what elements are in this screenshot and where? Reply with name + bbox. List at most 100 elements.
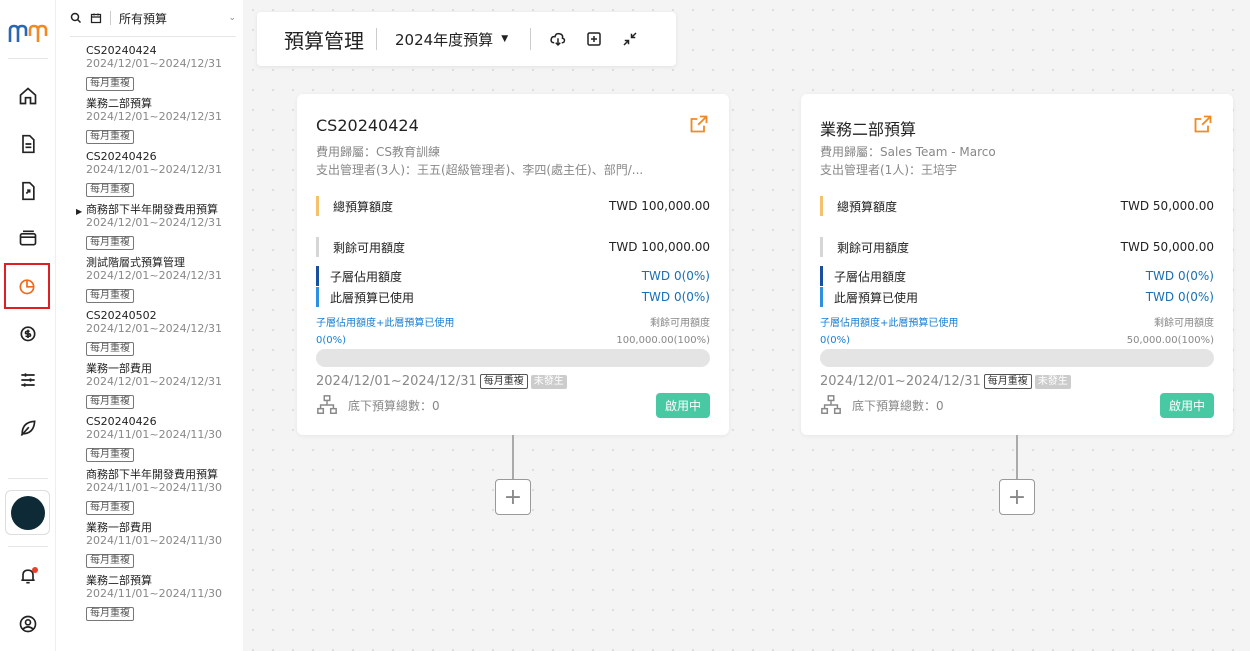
external-link-icon[interactable] (1193, 114, 1213, 134)
nav-payments[interactable] (8, 313, 48, 353)
nav-notifications[interactable] (8, 556, 48, 596)
nav-documents[interactable] (8, 124, 48, 164)
list-item[interactable]: 商務部下半年開發費用預算 2024/11/01~2024/11/30 每月重複 (70, 468, 240, 515)
download-button[interactable] (545, 26, 571, 52)
chevron-down-icon[interactable]: ⌄ (228, 13, 236, 23)
child-usage-row: 子層佔用額度 TWD 0(0%) (316, 266, 710, 286)
period-dates: 2024/12/01~2024/12/31 (820, 374, 981, 389)
year-select-value: 2024年度預算 (395, 30, 494, 49)
list-item-name: CS20240426 (70, 415, 240, 428)
remaining-summary-label: 剩餘可用額度 (650, 318, 710, 329)
total-budget-label: 總預算額度 (333, 199, 394, 214)
company-logo (10, 495, 45, 530)
used-value: TWD 0(0%) (1145, 290, 1214, 304)
list-item-name: 業務一部費用 (70, 362, 240, 375)
budget-period: 2024/12/01~2024/12/31 每月重複 未發生 (820, 374, 1071, 389)
panel-divider (70, 36, 236, 37)
nav-eco[interactable] (8, 408, 48, 448)
nav-export[interactable] (8, 171, 48, 211)
usage-summary-value: 0(0%) (820, 335, 851, 346)
app-logo[interactable] (8, 22, 48, 46)
remaining-value: TWD 100,000.00 (609, 240, 710, 254)
list-item-name: 測試階層式預算管理 (70, 256, 240, 269)
nav-budget[interactable] (4, 263, 50, 309)
nav-profile[interactable] (8, 604, 48, 644)
list-item[interactable]: 測試階層式預算管理 2024/12/01~2024/12/31 每月重複 (70, 256, 240, 303)
list-item-dates: 2024/11/01~2024/11/30 (86, 428, 223, 441)
rail-divider (8, 546, 48, 547)
sub-budget-count: 底下預算總數：0 (820, 394, 944, 416)
repeat-tag: 每月重複 (86, 395, 134, 409)
list-item[interactable]: CS20240424 2024/12/01~2024/12/31 每月重複 (70, 44, 240, 91)
list-item-dates: 2024/11/01~2024/11/30 (86, 587, 223, 600)
credit-card-icon (19, 230, 37, 246)
nav-cards[interactable] (8, 218, 48, 258)
add-child-budget-button[interactable]: + (495, 479, 531, 515)
filter-select[interactable]: 所有預算 (119, 10, 167, 27)
list-item[interactable]: CS20240502 2024/12/01~2024/12/31 每月重複 (70, 309, 240, 356)
list-item[interactable]: ▶ 商務部下半年開發費用預算 2024/12/01~2024/12/31 每月重複 (70, 203, 240, 250)
repeat-tag: 每月重複 (86, 130, 134, 144)
expense-managers: 支出管理者(3人)：王五(超級管理者)、李四(處主任)、部門/... (316, 163, 644, 177)
remaining-marker (316, 237, 319, 257)
remaining-summary: 剩餘可用額度 100,000.00(100%) (616, 315, 710, 349)
budget-card[interactable]: 業務二部預算 費用歸屬：Sales Team - Marco 支出管理者(1人)：王… (801, 94, 1233, 435)
budget-card[interactable]: CS20240424 費用歸屬：CS教育訓練 支出管理者(3人)：王五(超級管理者)… (297, 94, 729, 435)
search-icon[interactable] (70, 12, 82, 24)
usage-summary-value: 0(0%) (316, 335, 347, 346)
list-item-dates: 2024/12/01~2024/12/31 (86, 57, 223, 70)
child-usage-value: TWD 0(0%) (1145, 269, 1214, 283)
list-item[interactable]: 業務二部預算 2024/11/01~2024/11/30 每月重複 (70, 574, 240, 621)
calendar-icon[interactable] (90, 12, 102, 24)
notification-dot (32, 567, 38, 573)
status-badge[interactable]: 啟用中 (656, 393, 710, 418)
money-exchange-icon (20, 326, 36, 342)
external-link-icon[interactable] (689, 114, 709, 134)
list-item[interactable]: CS20240426 2024/11/01~2024/11/30 每月重複 (70, 415, 240, 462)
list-item[interactable]: 業務一部費用 2024/11/01~2024/11/30 每月重複 (70, 521, 240, 568)
used-marker (316, 287, 319, 307)
year-select[interactable]: 2024年度預算 ▼ (395, 29, 508, 50)
user-icon (19, 615, 37, 633)
used-value: TWD 0(0%) (641, 290, 710, 304)
used-row: 此層預算已使用 TWD 0(0%) (820, 287, 1214, 307)
repeat-tag: 每月重複 (86, 607, 134, 621)
nav-home[interactable] (8, 76, 48, 116)
list-item-dates: 2024/12/01~2024/12/31 (86, 375, 223, 388)
rail-divider (8, 58, 48, 59)
expand-caret-icon[interactable]: ▶ (76, 205, 82, 218)
total-budget-row: 總預算額度 TWD 100,000.00 (316, 196, 710, 216)
collapse-button[interactable] (617, 26, 643, 52)
card-connector (512, 435, 514, 479)
plus-icon: + (1007, 484, 1027, 510)
nav-settings[interactable] (8, 360, 48, 400)
list-item[interactable]: 業務二部預算 2024/12/01~2024/12/31 每月重複 (70, 97, 240, 144)
list-item-dates: 2024/11/01~2024/11/30 (86, 481, 223, 494)
usage-summary: 子層佔用額度+此層預算已使用 0(0%) (820, 315, 958, 349)
repeat-tag: 每月重複 (479, 374, 528, 389)
list-item[interactable]: CS20240426 2024/12/01~2024/12/31 每月重複 (70, 150, 240, 197)
rail-divider (8, 478, 48, 479)
budget-canvas: 預算管理 2024年度預算 ▼ CS20240424 費用歸屬：CS教育訓練 支出管… (243, 0, 1250, 651)
company-switcher[interactable] (5, 490, 50, 535)
list-item-name-text: 測試階層式預算管理 (86, 256, 185, 269)
child-usage-marker (820, 266, 823, 286)
add-budget-button[interactable] (581, 26, 607, 52)
remaining-summary-value: 50,000.00(100%) (1126, 335, 1214, 346)
expense-category: 費用歸屬：Sales Team - Marco (820, 145, 996, 159)
remaining-row: 剩餘可用額度 TWD 50,000.00 (820, 237, 1214, 257)
status-badge[interactable]: 啟用中 (1160, 393, 1214, 418)
repeat-tag: 每月重複 (86, 554, 134, 568)
used-row: 此層預算已使用 TWD 0(0%) (316, 287, 710, 307)
expense-managers: 支出管理者(1人)：王培宇 (820, 163, 957, 177)
list-item-name: 商務部下半年開發費用預算 (70, 468, 240, 481)
list-item-dates: 2024/12/01~2024/12/31 (86, 110, 223, 123)
list-item-name-text: 業務一部費用 (86, 521, 152, 534)
list-item[interactable]: 業務一部費用 2024/12/01~2024/12/31 每月重複 (70, 362, 240, 409)
add-child-budget-button[interactable]: + (999, 479, 1035, 515)
remaining-summary-label: 剩餘可用額度 (1154, 318, 1214, 329)
child-usage-label: 子層佔用額度 (330, 269, 403, 284)
total-budget-value: TWD 100,000.00 (609, 199, 710, 213)
budget-list: CS20240424 2024/12/01~2024/12/31 每月重複 業務二部預… (70, 44, 240, 627)
repeat-tag: 每月重複 (86, 183, 134, 197)
